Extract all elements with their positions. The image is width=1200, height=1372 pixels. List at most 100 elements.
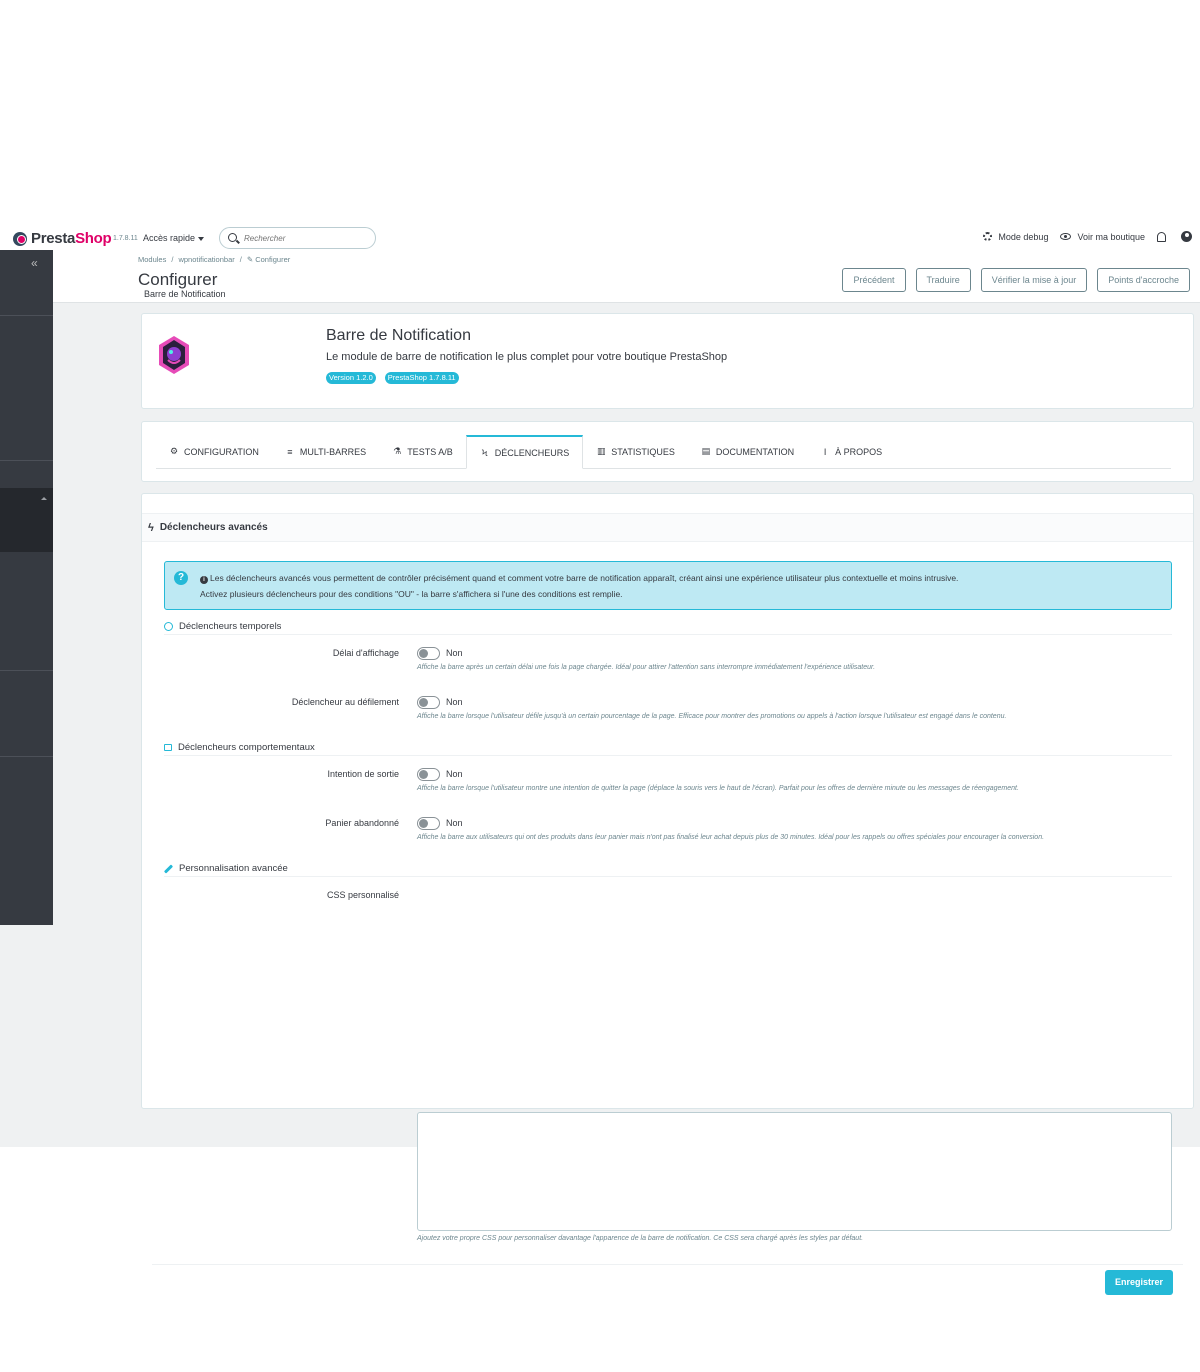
module-name: Barre de Notification <box>326 327 471 344</box>
scroll-switch[interactable] <box>417 696 440 709</box>
user-account-icon[interactable] <box>1181 231 1192 242</box>
admin-app: PrestaShop 1.7.8.11 Accès rapide Mode de… <box>0 226 1200 1295</box>
exit-intent-help: Affiche la barre lorsque l'utilisateur m… <box>417 785 1019 792</box>
clock-icon <box>164 622 173 631</box>
abandoned-cart-switch-value: Non <box>446 818 463 828</box>
sidebar-item-active[interactable] <box>0 488 53 552</box>
sign-out-icon <box>164 744 172 751</box>
wrench-icon: ✎ <box>246 255 256 264</box>
check-update-button[interactable]: Vérifier la mise à jour <box>980 268 1088 292</box>
book-icon: ▤ <box>701 446 711 456</box>
header-actions: Mode debug Voir ma boutique <box>971 231 1192 242</box>
tab-label: Tests A/B <box>407 446 453 457</box>
breadcrumb-modules[interactable]: Modules <box>138 255 166 264</box>
module-info-card: Barre de Notification Le module de barre… <box>141 313 1194 409</box>
page-header: Modules / wpnotificationbar / ✎ Configurer C… <box>53 250 1200 303</box>
delay-switch[interactable] <box>417 647 440 660</box>
sidebar-divider <box>0 315 53 316</box>
flask-icon: ⚗ <box>393 446 402 456</box>
triggers-panel: ϟ Déclencheurs avancés ? i Les déclencheu… <box>141 493 1194 1295</box>
quick-access-dropdown[interactable]: Accès rapide <box>143 233 205 243</box>
abandoned-cart-switch[interactable] <box>417 817 440 830</box>
ps-version: 1.7.8.11 <box>113 235 138 242</box>
panel-title: Déclencheurs avancés <box>159 522 268 533</box>
tab-label: Multi-barres <box>299 446 367 457</box>
paint-brush-icon <box>163 863 174 874</box>
exit-intent-switch-value: Non <box>446 769 463 779</box>
version-badge: Version 1.2.0 <box>326 372 376 384</box>
sidebar-divider <box>0 756 53 757</box>
search-input[interactable] <box>244 232 364 245</box>
delay-label: Délai d'affichage <box>332 648 399 658</box>
tab-declencheurs[interactable]: ϟ Déclencheurs <box>465 435 584 469</box>
section-title-text: Déclencheurs temporels <box>179 621 282 632</box>
sidebar-divider <box>0 670 53 671</box>
bolt-icon: ϟ <box>148 521 154 534</box>
prestashop-badge: PrestaShop 1.7.8.11 <box>384 372 459 384</box>
tab-multi-barres[interactable]: ≡ Multi-barres <box>272 435 379 468</box>
info-alert: ? i Les déclencheurs avancés vous permett… <box>164 561 1172 610</box>
scroll-label: Déclencheur au défilement <box>291 697 399 707</box>
tab-tests-ab[interactable]: ⚗ Tests A/B <box>379 435 466 468</box>
module-description: Le module de barre de notification le pl… <box>326 351 728 363</box>
translate-button[interactable]: Traduire <box>915 268 971 292</box>
top-header: PrestaShop 1.7.8.11 Accès rapide Mode de… <box>0 226 1200 250</box>
alert-text-1: Les déclencheurs avancés vous permettent… <box>210 573 959 583</box>
breadcrumb-module[interactable]: wpnotificationbar <box>178 255 234 264</box>
exit-intent-switch[interactable] <box>417 768 440 781</box>
module-tabs: ⚙ Configuration ≡ Multi-barres ⚗ Tests A/B … <box>156 435 1171 469</box>
bug-icon <box>983 232 993 241</box>
module-badges: Version 1.2.0 PrestaShop 1.7.8.11 <box>326 372 468 384</box>
save-button[interactable]: Enregistrer <box>1104 1270 1173 1295</box>
eye-icon <box>1060 233 1072 240</box>
notifications-bell-icon[interactable] <box>1157 231 1166 242</box>
page-title: Configurer <box>138 270 218 289</box>
tabs-card: ⚙ Configuration ≡ Multi-barres ⚗ Tests A/B … <box>141 421 1194 482</box>
sidebar-nav: « <box>0 250 53 925</box>
view-shop-link[interactable]: Voir ma boutique <box>1060 232 1145 242</box>
bars-icon: ≡ <box>287 446 293 457</box>
prestashop-logo[interactable]: PrestaShop <box>13 230 112 247</box>
tab-a-propos[interactable]: i À propos <box>807 435 895 468</box>
custom-css-help: Ajoutez votre propre CSS pour personnali… <box>417 1235 864 1242</box>
tab-label: Statistiques <box>611 446 675 457</box>
toolbar: Précédent Traduire Vérifier la mise à jo… <box>832 268 1190 292</box>
view-shop-label: Voir ma boutique <box>1077 231 1145 242</box>
tab-statistiques[interactable]: ▥ Statistiques <box>583 435 688 468</box>
question-circle-icon: ? <box>174 571 188 585</box>
previous-button[interactable]: Précédent <box>842 268 906 292</box>
tab-label: Déclencheurs <box>494 447 570 458</box>
module-logo-icon <box>159 336 189 374</box>
caret-down-icon <box>198 236 205 241</box>
tab-documentation[interactable]: ▤ Documentation <box>688 435 807 468</box>
custom-css-textarea[interactable] <box>417 1112 1172 1231</box>
info-circle-icon: i <box>200 576 208 584</box>
scroll-help: Affiche la barre lorsque l'utilisateur d… <box>417 713 1007 720</box>
prestashop-logo-icon <box>13 231 27 246</box>
debug-mode-link[interactable]: Mode debug <box>983 232 1048 242</box>
caret-up-icon <box>41 497 47 500</box>
sidebar-divider <box>0 460 53 461</box>
page-subtitle: Barre de Notification <box>144 289 226 299</box>
logo-text: PrestaShop <box>31 230 112 247</box>
sidebar-collapse-icon[interactable]: « <box>31 256 38 270</box>
quick-access-label: Accès rapide <box>143 233 196 243</box>
panel-heading: ϟ Déclencheurs avancés <box>142 513 1193 542</box>
abandoned-cart-help: Affiche la barre aux utilisateurs qui on… <box>417 834 1045 841</box>
tab-label: Documentation <box>715 446 795 457</box>
section-behavior-triggers: Déclencheurs comportementaux <box>164 740 1172 756</box>
info-circle-icon: i <box>823 446 827 457</box>
tab-label: Configuration <box>184 446 259 457</box>
custom-css-label: CSS personnalisé <box>326 890 399 900</box>
breadcrumb-configure: Configurer <box>255 255 291 264</box>
section-advanced-customization: Personnalisation avancée <box>163 861 1172 877</box>
hooks-button[interactable]: Points d'accroche <box>1097 268 1190 292</box>
section-title-text: Déclencheurs comportementaux <box>178 742 315 753</box>
exit-intent-label: Intention de sortie <box>327 769 399 779</box>
cogs-icon: ⚙ <box>169 446 179 456</box>
panel-footer-divider <box>152 1264 1183 1265</box>
tab-configuration[interactable]: ⚙ Configuration <box>156 435 272 468</box>
search-box <box>219 227 376 249</box>
breadcrumb: Modules / wpnotificationbar / ✎ Configurer <box>138 255 291 264</box>
alert-text-2: Activez plusieurs déclencheurs pour des … <box>200 589 623 599</box>
